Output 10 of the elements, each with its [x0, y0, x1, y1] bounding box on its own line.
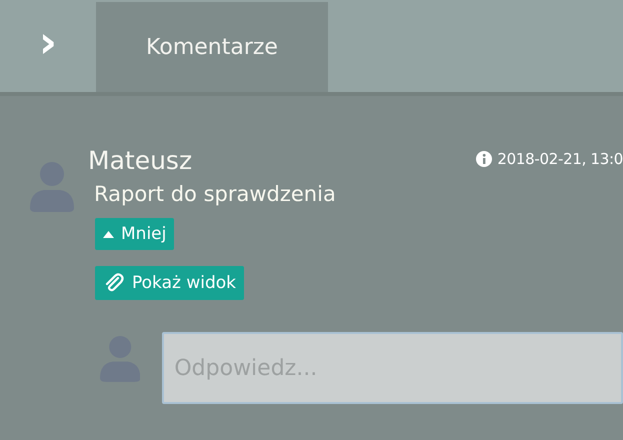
paperclip-icon	[103, 272, 125, 294]
comment-date: 2018-02-21, 13:0	[497, 150, 623, 168]
comment-author: Mateusz	[88, 146, 192, 176]
show-view-button[interactable]: Pokaż widok	[95, 266, 244, 300]
collapse-button[interactable]: Mniej	[95, 218, 174, 250]
expand-button[interactable]: ›	[0, 0, 96, 92]
comment-text: Raport do sprawdzenia	[94, 182, 337, 206]
info-icon	[476, 151, 492, 167]
tab[interactable]: Komentarze	[96, 2, 328, 92]
caret-up-icon	[103, 230, 114, 238]
